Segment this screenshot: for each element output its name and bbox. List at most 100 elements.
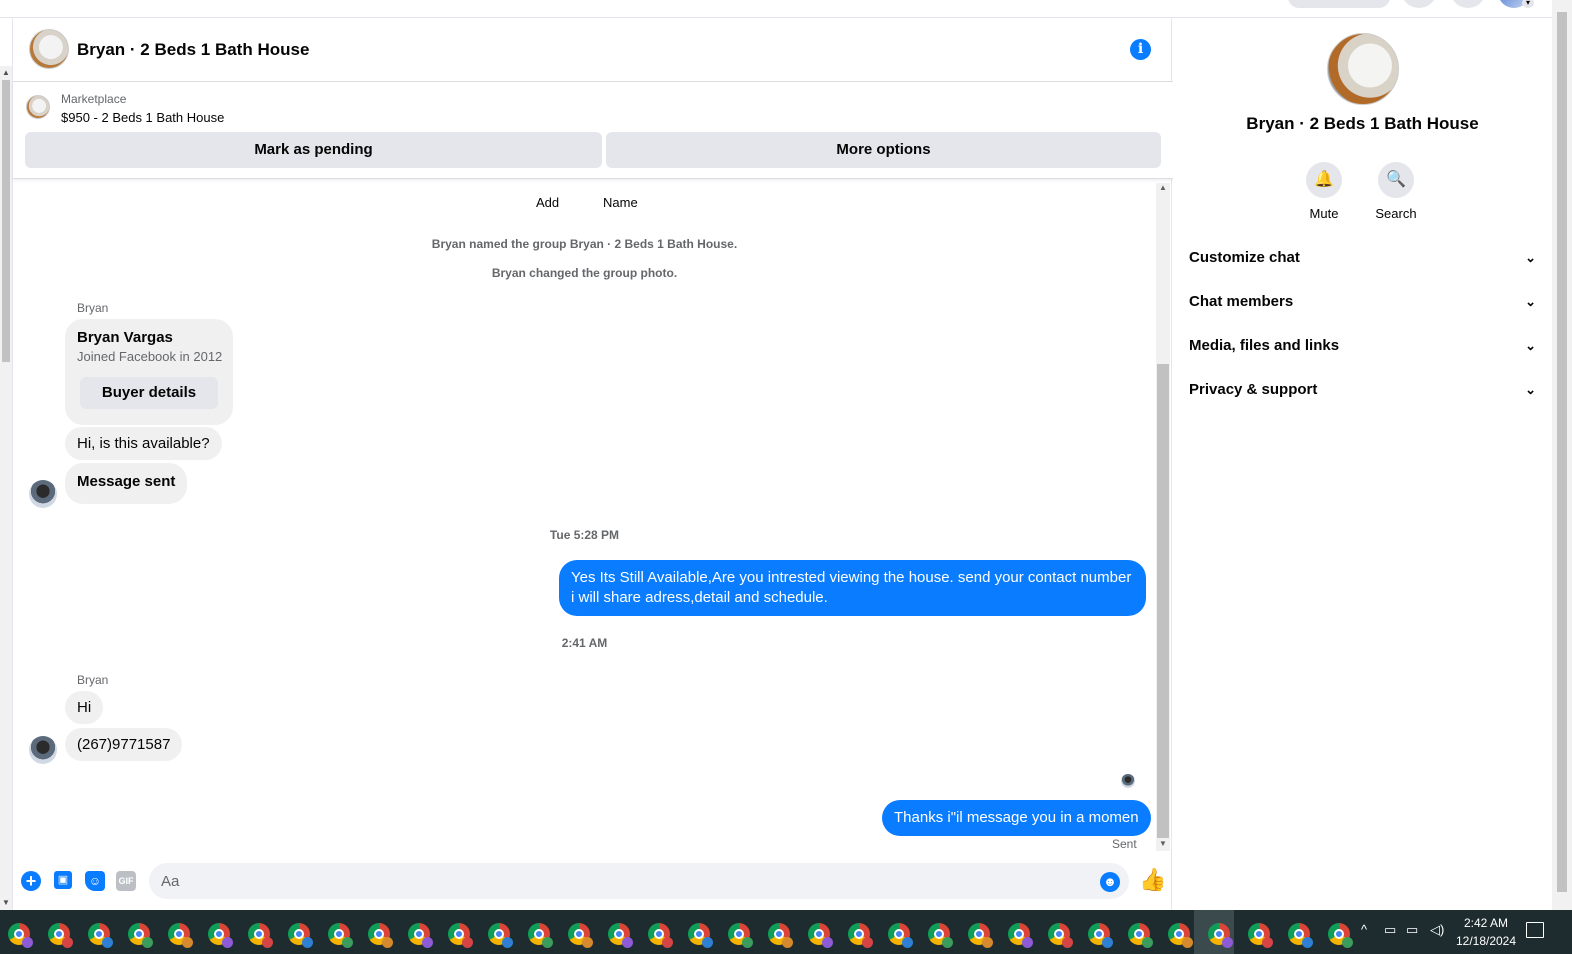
mark-as-pending-button[interactable]: Mark as pending	[25, 132, 602, 168]
browser-taskbar-icon[interactable]	[1128, 923, 1153, 948]
browser-taskbar-icon[interactable]	[1288, 923, 1313, 948]
timestamp: Tue 5:28 PM	[549, 528, 620, 542]
section-chat-members[interactable]: Chat members ⌄	[1189, 282, 1536, 322]
more-options-button[interactable]: More options	[606, 132, 1161, 168]
browser-taskbar-icon[interactable]	[688, 923, 713, 948]
clock[interactable]: 2:42 AM 12/18/2024	[1446, 914, 1526, 950]
browser-taskbar-icon[interactable]	[608, 923, 633, 948]
profile-badge-icon	[862, 937, 873, 948]
section-media-files-links[interactable]: Media, files and links ⌄	[1189, 326, 1536, 366]
outgoing-message[interactable]: Yes Its Still Available,Are you intreste…	[559, 560, 1146, 616]
group-avatar-large[interactable]	[1327, 33, 1399, 105]
emoji-icon[interactable]: ☻	[1100, 872, 1120, 892]
scrollbar-thumb[interactable]	[1157, 364, 1169, 838]
outgoing-message[interactable]: Thanks i"il message you in a momen	[882, 800, 1151, 836]
bell-icon[interactable]: 🔔	[1306, 162, 1342, 198]
browser-taskbar-icon[interactable]	[1088, 923, 1113, 948]
network-icon[interactable]: ▭	[1406, 922, 1418, 938]
system-message: Bryan changed the group photo.	[491, 266, 678, 280]
name-button-label[interactable]: Name	[603, 195, 638, 210]
scroll-up-icon[interactable]: ▲	[1159, 183, 1167, 192]
scroll-down-icon[interactable]: ▼	[2, 898, 10, 907]
incoming-message[interactable]: Hi, is this available?	[65, 427, 222, 460]
browser-taskbar-icon[interactable]	[968, 923, 993, 948]
meet-icon[interactable]: ▭	[1384, 922, 1396, 938]
profile-badge-icon	[502, 937, 513, 948]
chat-title[interactable]: Bryan · 2 Beds 1 Bath House	[77, 40, 309, 60]
listing-thumbnail[interactable]	[26, 95, 50, 119]
browser-taskbar-icon[interactable]	[528, 923, 553, 948]
group-avatar[interactable]	[29, 29, 69, 69]
top-nav-menu-button[interactable]	[1401, 0, 1437, 8]
profile-badge-icon	[1222, 937, 1233, 948]
message-input[interactable]	[149, 863, 1129, 899]
scroll-down-icon[interactable]: ▼	[1159, 839, 1167, 848]
gif-icon[interactable]: GIF	[116, 871, 136, 891]
section-privacy-support[interactable]: Privacy & support ⌄	[1189, 370, 1536, 410]
browser-taskbar-icon[interactable]	[648, 923, 673, 948]
browser-taskbar-icon[interactable]	[728, 923, 753, 948]
window-scrollbar[interactable]	[1552, 0, 1572, 910]
browser-taskbar-icon[interactable]	[48, 923, 73, 948]
listing-title[interactable]: $950 - 2 Beds 1 Bath House	[61, 110, 224, 125]
photo-icon[interactable]: ▣	[54, 871, 72, 889]
chevron-up-icon[interactable]: ^	[1361, 922, 1367, 937]
top-nav-pill[interactable]	[1288, 0, 1390, 8]
top-nav-messenger-button[interactable]	[1450, 0, 1486, 8]
browser-taskbar-icon[interactable]	[328, 923, 353, 948]
browser-taskbar-icon[interactable]	[128, 923, 153, 948]
sticker-icon[interactable]: ☺	[85, 871, 105, 891]
scroll-up-icon[interactable]: ▲	[2, 68, 10, 77]
incoming-message[interactable]: Hi	[65, 691, 104, 724]
incoming-message[interactable]: (267)9771587	[65, 728, 183, 761]
browser-taskbar-icon[interactable]	[8, 923, 33, 948]
browser-taskbar-icon[interactable]	[208, 923, 233, 948]
scrollbar-thumb[interactable]	[1557, 12, 1567, 892]
browser-taskbar-icon[interactable]	[168, 923, 193, 948]
sender-avatar[interactable]	[29, 480, 57, 508]
message-scrollbar[interactable]: ▲ ▼	[1156, 183, 1170, 851]
search-button[interactable]: 🔍 Search	[1366, 162, 1426, 221]
buyer-details-button[interactable]: Buyer details	[80, 377, 218, 409]
chevron-down-icon[interactable]: ▾	[1522, 0, 1534, 8]
browser-taskbar-icon[interactable]	[368, 923, 393, 948]
browser-taskbar-icon[interactable]	[848, 923, 873, 948]
browser-taskbar-icon[interactable]	[248, 923, 273, 948]
mute-button[interactable]: 🔔 Mute	[1294, 162, 1354, 221]
browser-taskbar-icon[interactable]	[1208, 923, 1233, 948]
browser-taskbar-icon[interactable]	[1168, 923, 1193, 948]
browser-taskbar-icon[interactable]	[808, 923, 833, 948]
browser-taskbar-icon[interactable]	[1048, 923, 1073, 948]
notification-icon[interactable]	[1526, 922, 1544, 938]
browser-icon-center	[654, 929, 664, 939]
message-list[interactable]: Add Name Bryan named the group Bryan · 2…	[13, 179, 1173, 851]
plus-icon[interactable]: +	[21, 871, 41, 891]
browser-taskbar-icon[interactable]	[1248, 923, 1273, 948]
sender-name: Bryan	[77, 673, 109, 687]
browser-taskbar-icon[interactable]	[888, 923, 913, 948]
sender-avatar[interactable]	[29, 736, 57, 764]
profile-badge-icon	[62, 937, 73, 948]
search-icon[interactable]: 🔍	[1378, 162, 1414, 198]
add-button-label[interactable]: Add	[536, 195, 559, 210]
section-customize-chat[interactable]: Customize chat ⌄	[1189, 238, 1536, 278]
incoming-message[interactable]: Message sent	[65, 463, 188, 504]
like-icon[interactable]: 👍	[1139, 868, 1166, 892]
browser-taskbar-icon[interactable]	[288, 923, 313, 948]
browser-taskbar-icon[interactable]	[88, 923, 113, 948]
profile-badge-icon	[382, 937, 393, 948]
browser-taskbar-icon[interactable]	[568, 923, 593, 948]
page-scrollbar[interactable]: ▲ ▼	[0, 66, 12, 910]
browser-taskbar-icon[interactable]	[448, 923, 473, 948]
browser-icon-center	[734, 929, 744, 939]
volume-icon[interactable]: ◁)	[1430, 922, 1444, 938]
browser-taskbar-icon[interactable]	[1328, 923, 1353, 948]
scrollbar-thumb[interactable]	[2, 80, 10, 362]
browser-taskbar-icon[interactable]	[408, 923, 433, 948]
browser-taskbar-icon[interactable]	[768, 923, 793, 948]
info-icon[interactable]: i	[1130, 39, 1151, 60]
browser-taskbar-icon[interactable]	[488, 923, 513, 948]
browser-taskbar-icon[interactable]	[928, 923, 953, 948]
chat-info-panel: Bryan · 2 Beds 1 Bath House 🔔 Mute 🔍 Sea…	[1173, 18, 1552, 910]
browser-taskbar-icon[interactable]	[1008, 923, 1033, 948]
